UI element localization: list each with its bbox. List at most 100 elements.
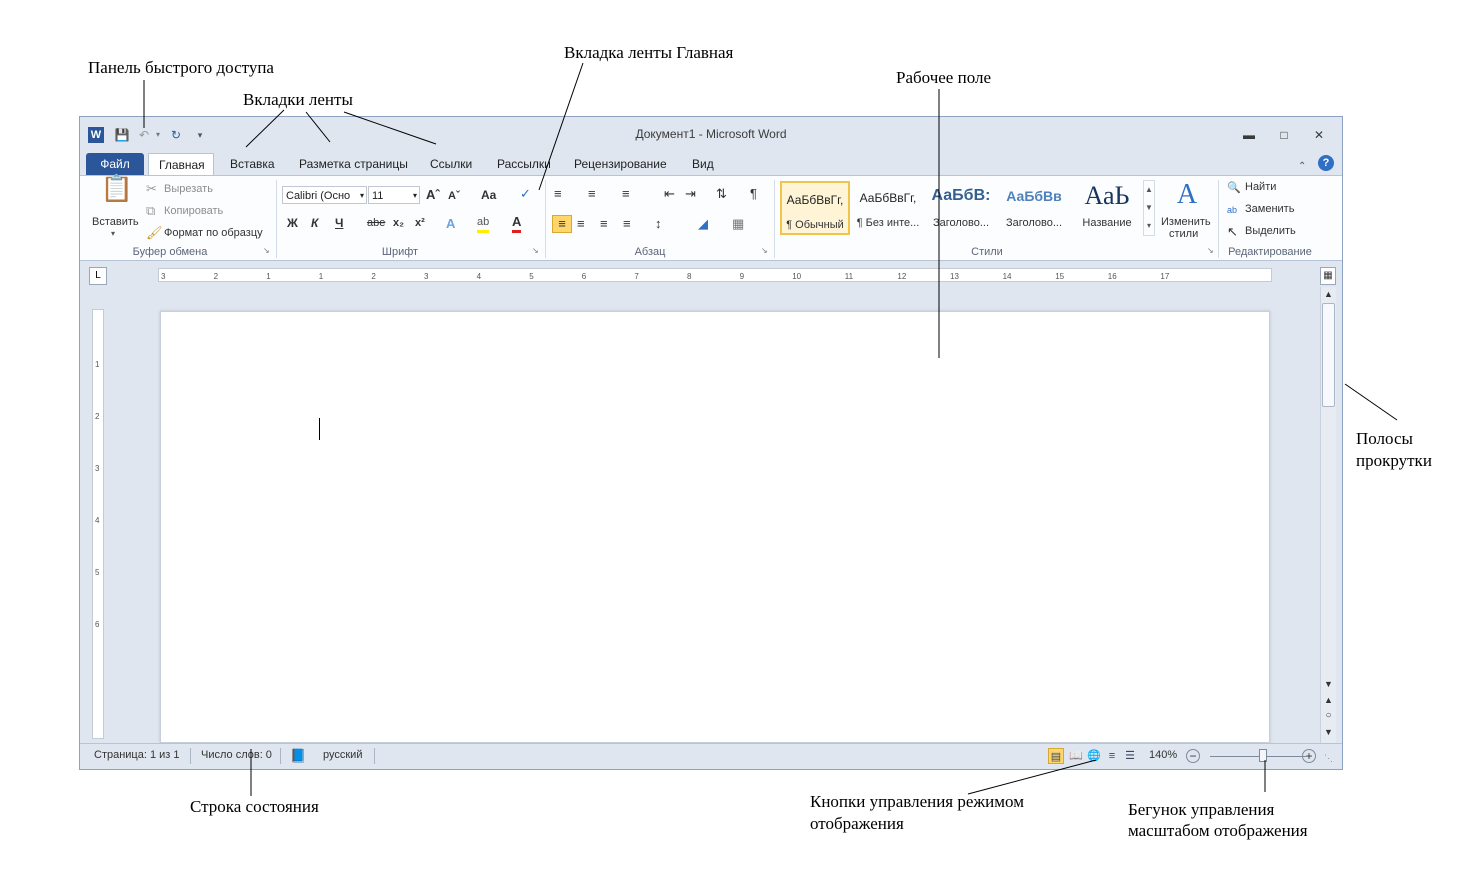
align-left-icon[interactable]: ≡	[552, 215, 572, 233]
tab-review[interactable]: Рецензирование	[564, 153, 677, 175]
replace-button[interactable]: Заменить	[1245, 203, 1294, 215]
text-cursor	[319, 418, 320, 440]
select-cursor-icon[interactable]: ↖	[1227, 224, 1238, 240]
collapse-ribbon-icon[interactable]: ⌃	[1298, 159, 1306, 175]
clear-formatting-icon[interactable]: ✓	[520, 186, 531, 202]
line-spacing-icon[interactable]: ↕	[655, 216, 662, 232]
font-color-icon[interactable]: A	[512, 214, 522, 233]
sort-icon[interactable]: ⇅	[716, 186, 727, 202]
italic-button[interactable]: К	[311, 216, 318, 230]
language[interactable]: русский	[323, 749, 362, 761]
change-case-button[interactable]: Aa	[481, 188, 496, 202]
style-name: Заголово...	[1005, 217, 1063, 229]
scroll-down-icon[interactable]: ▼	[1321, 679, 1336, 689]
maximize-button[interactable]: □	[1272, 127, 1296, 143]
style-heading-2[interactable]: АаБбВв Заголово...	[999, 181, 1069, 235]
style-normal[interactable]: АаБбВвГг, ¶ Обычный	[780, 181, 850, 235]
view-ruler-icon[interactable]: ▦	[1320, 267, 1336, 285]
scroll-up-icon[interactable]: ▲	[1321, 289, 1336, 299]
format-painter-icon[interactable]: 🖌	[146, 225, 163, 241]
tab-mailings[interactable]: Рассылки	[487, 153, 561, 175]
previous-page-icon[interactable]: ▲	[1321, 695, 1336, 705]
next-page-icon[interactable]: ▼	[1321, 727, 1336, 737]
superscript-button[interactable]: x²	[415, 217, 425, 229]
shrink-font-icon[interactable]: Aˇ	[448, 188, 460, 204]
bullets-icon[interactable]: ≡	[554, 186, 562, 202]
tab-selector[interactable]: L	[89, 267, 107, 285]
paragraph-group-label: Абзац	[634, 246, 666, 258]
tab-page-layout[interactable]: Разметка страницы	[289, 153, 418, 175]
find-button[interactable]: Найти	[1245, 181, 1276, 193]
replace-icon[interactable]: ab	[1227, 202, 1237, 218]
draft-view-icon[interactable]: ☰	[1122, 748, 1138, 764]
font-dialog-launcher-icon[interactable]: ↘	[532, 246, 539, 255]
tab-insert[interactable]: Вставка	[220, 153, 285, 175]
font-size-combo[interactable]: 11 ▾	[368, 186, 420, 204]
document-page[interactable]	[160, 311, 1270, 743]
zoom-out-icon[interactable]: −	[1186, 749, 1200, 763]
increase-indent-icon[interactable]: ⇥	[685, 186, 696, 202]
grow-font-icon[interactable]: Aˆ	[426, 187, 440, 203]
vertical-scrollbar[interactable]: ▲ ▼ ▲ ○ ▼	[1320, 287, 1336, 743]
browse-object-icon[interactable]: ○	[1321, 710, 1336, 721]
text-effects-icon[interactable]: A	[446, 216, 455, 232]
clipboard-group-label: Буфер обмена	[132, 246, 208, 258]
tab-home[interactable]: Главная	[148, 153, 214, 175]
proofing-icon[interactable]: 📘	[290, 748, 306, 764]
subscript-button[interactable]: x₂	[393, 217, 404, 229]
help-icon[interactable]: ?	[1318, 155, 1334, 171]
paste-dropdown-icon[interactable]: ▾	[111, 229, 115, 238]
paragraph-dialog-launcher-icon[interactable]: ↘	[761, 246, 768, 255]
copy-button[interactable]: Копировать	[164, 205, 223, 217]
shading-icon[interactable]: ◢	[698, 216, 708, 232]
outline-view-icon[interactable]: ≡	[1104, 748, 1120, 764]
cut-icon[interactable]: ✂	[146, 181, 157, 197]
style-no-spacing[interactable]: АаБбВвГг, ¶ Без инте...	[853, 181, 923, 235]
paste-button[interactable]: Вставить	[92, 216, 139, 228]
strikethrough-button[interactable]: abe	[367, 217, 385, 229]
font-name-combo[interactable]: Calibri (Осно ▾	[282, 186, 367, 204]
borders-icon[interactable]: ▦	[732, 216, 744, 232]
find-icon[interactable]: 🔍	[1227, 180, 1241, 196]
bold-button[interactable]: Ж	[287, 216, 298, 230]
web-layout-icon[interactable]: 🌐	[1086, 748, 1102, 764]
multilevel-list-icon[interactable]: ≡	[622, 186, 630, 202]
vruler-number: 1	[95, 360, 100, 369]
highlight-color-icon[interactable]: ab	[477, 214, 490, 233]
cut-button[interactable]: Вырезать	[164, 183, 213, 195]
align-center-icon[interactable]: ≡	[577, 216, 585, 232]
decrease-indent-icon[interactable]: ⇤	[664, 186, 675, 202]
zoom-level[interactable]: 140%	[1149, 749, 1177, 761]
zoom-slider-knob[interactable]	[1258, 749, 1267, 762]
print-layout-view-icon[interactable]: ▤	[1048, 748, 1064, 764]
show-formatting-marks-icon[interactable]: ¶	[750, 186, 757, 202]
tab-file[interactable]: Файл	[86, 153, 144, 175]
align-right-icon[interactable]: ≡	[600, 216, 608, 232]
full-screen-reading-icon[interactable]: 📖	[1068, 748, 1084, 764]
underline-button[interactable]: Ч	[335, 216, 343, 230]
page-count[interactable]: Страница: 1 из 1	[94, 749, 180, 761]
clipboard-dialog-launcher-icon[interactable]: ↘	[263, 246, 270, 255]
styles-scroll-icon[interactable]: ▲ ▼ ▾	[1143, 180, 1155, 236]
select-button[interactable]: Выделить	[1245, 225, 1296, 237]
style-heading-1[interactable]: АаБбВ: Заголово...	[926, 181, 996, 235]
minimize-button[interactable]: ▬	[1237, 127, 1261, 143]
annotation-quick-access: Панель быстрого доступа	[88, 58, 274, 77]
scrollbar-thumb[interactable]	[1322, 303, 1335, 407]
change-styles-label-2[interactable]: стили	[1169, 228, 1198, 240]
copy-icon[interactable]: ⧉	[146, 203, 155, 219]
style-title[interactable]: АаЬ Название	[1072, 181, 1142, 235]
zoom-in-icon[interactable]: +	[1302, 749, 1316, 763]
justify-icon[interactable]: ≡	[623, 216, 631, 232]
resize-grip-icon[interactable]: ⋱	[1324, 750, 1333, 766]
close-button[interactable]: ✕	[1307, 127, 1331, 143]
change-styles-icon[interactable]: A	[1170, 180, 1204, 210]
format-painter-button[interactable]: Формат по образцу	[164, 227, 263, 239]
tab-references[interactable]: Ссылки	[420, 153, 482, 175]
change-styles-label-1[interactable]: Изменить	[1161, 216, 1211, 228]
paste-icon[interactable]: 📋	[100, 175, 134, 214]
styles-dialog-launcher-icon[interactable]: ↘	[1207, 246, 1214, 255]
numbering-icon[interactable]: ≡	[588, 186, 596, 202]
word-count[interactable]: Число слов: 0	[201, 749, 272, 761]
tab-view[interactable]: Вид	[682, 153, 724, 175]
